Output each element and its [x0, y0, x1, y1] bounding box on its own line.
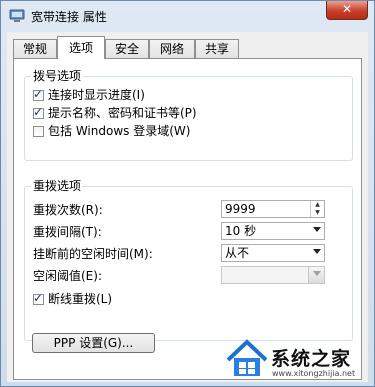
checkbox-checked-icon[interactable]: ✓ — [33, 87, 44, 101]
checkbox-checked-icon[interactable]: ✓ — [33, 105, 44, 119]
site-watermark: 系统之家 www.xitongzhijia.net — [224, 338, 372, 382]
show-progress-label: 连接时显示进度(I) — [48, 88, 145, 102]
redial-interval-value: 10 秒 — [225, 224, 257, 238]
options-panel: 拨号选项 ✓ 连接时显示进度(I) ✓ 提示名称、密码和证书等(P) 包括 Wind… — [13, 58, 362, 380]
watermark-url: www.xitongzhijia.net — [272, 369, 356, 378]
idle-hangup-label: 挂断前的空闲时间(M): — [33, 247, 153, 261]
watermark-text: 系统之家 — [271, 348, 352, 370]
redial-attempts-label: 重拨次数(R): — [33, 203, 103, 217]
dial-options-title: 拨号选项 — [31, 69, 84, 83]
dialog-client-area: 常规 选项 安全 网络 共享 拨号选项 ✓ 连接时显示进度(I) ✓ 提示名称、密码… — [7, 32, 368, 382]
properties-window: 宽带连接 属性 ✕ 常规 选项 安全 网络 共享 拨号选项 ✓ 连接时显示进度(I… — [0, 0, 375, 387]
idle-threshold-combobox — [221, 266, 325, 284]
idle-hangup-value: 从不 — [225, 246, 250, 260]
spin-down-icon[interactable]: ▼ — [311, 209, 324, 217]
show-progress-checkbox[interactable]: ✓ 连接时显示进度(I) — [33, 87, 145, 103]
prompt-credentials-checkbox[interactable]: ✓ 提示名称、密码和证书等(P) — [33, 105, 197, 121]
combo-drop-button — [308, 267, 324, 283]
chevron-down-icon — [313, 271, 321, 276]
redial-on-drop-checkbox[interactable]: ✓ 断线重拨(L) — [33, 291, 112, 307]
redial-interval-dropdown[interactable]: 10 秒 — [221, 222, 325, 240]
include-domain-checkbox[interactable]: 包括 Windows 登录域(W) — [33, 123, 190, 139]
idle-threshold-label: 空闲阈值(E): — [33, 269, 102, 283]
window-title: 宽带连接 属性 — [31, 10, 107, 24]
close-button[interactable]: ✕ — [326, 1, 368, 20]
tab-networking[interactable]: 网络 — [149, 39, 195, 58]
chevron-down-icon[interactable] — [313, 227, 321, 232]
idle-hangup-dropdown[interactable]: 从不 — [221, 244, 325, 262]
house-logo-icon — [226, 339, 268, 376]
spinner-arrows[interactable]: ▲ ▼ — [310, 201, 324, 217]
ppp-settings-button[interactable]: PPP 设置(G)... — [32, 333, 155, 353]
redial-on-drop-label: 断线重拨(L) — [48, 292, 113, 306]
network-connection-icon — [9, 9, 25, 22]
tab-sharing[interactable]: 共享 — [195, 39, 239, 58]
dial-options-group: 拨号选项 ✓ 连接时显示进度(I) ✓ 提示名称、密码和证书等(P) 包括 Wind… — [24, 69, 353, 161]
title-bar[interactable]: 宽带连接 属性 ✕ — [1, 1, 374, 31]
tab-options[interactable]: 选项 — [57, 36, 105, 59]
redial-attempts-value: 9999 — [225, 202, 256, 216]
redial-interval-label: 重拨间隔(T): — [33, 225, 102, 239]
redial-attempts-spinner[interactable]: 9999 ▲ ▼ — [221, 200, 325, 218]
checkbox-checked-icon[interactable]: ✓ — [33, 291, 44, 305]
spin-up-icon[interactable]: ▲ — [311, 201, 324, 209]
chevron-down-icon[interactable] — [313, 249, 321, 254]
tab-security[interactable]: 安全 — [105, 39, 149, 58]
checkbox-unchecked-icon[interactable] — [33, 126, 44, 137]
redial-options-group: 重拨选项 重拨次数(R): 9999 ▲ ▼ 重拨间隔(T): 10 秒 挂断前的… — [24, 179, 353, 341]
redial-options-title: 重拨选项 — [31, 179, 84, 193]
prompt-credentials-label: 提示名称、密码和证书等(P) — [48, 106, 197, 120]
include-domain-label: 包括 Windows 登录域(W) — [48, 124, 191, 138]
tab-general[interactable]: 常规 — [13, 39, 57, 58]
